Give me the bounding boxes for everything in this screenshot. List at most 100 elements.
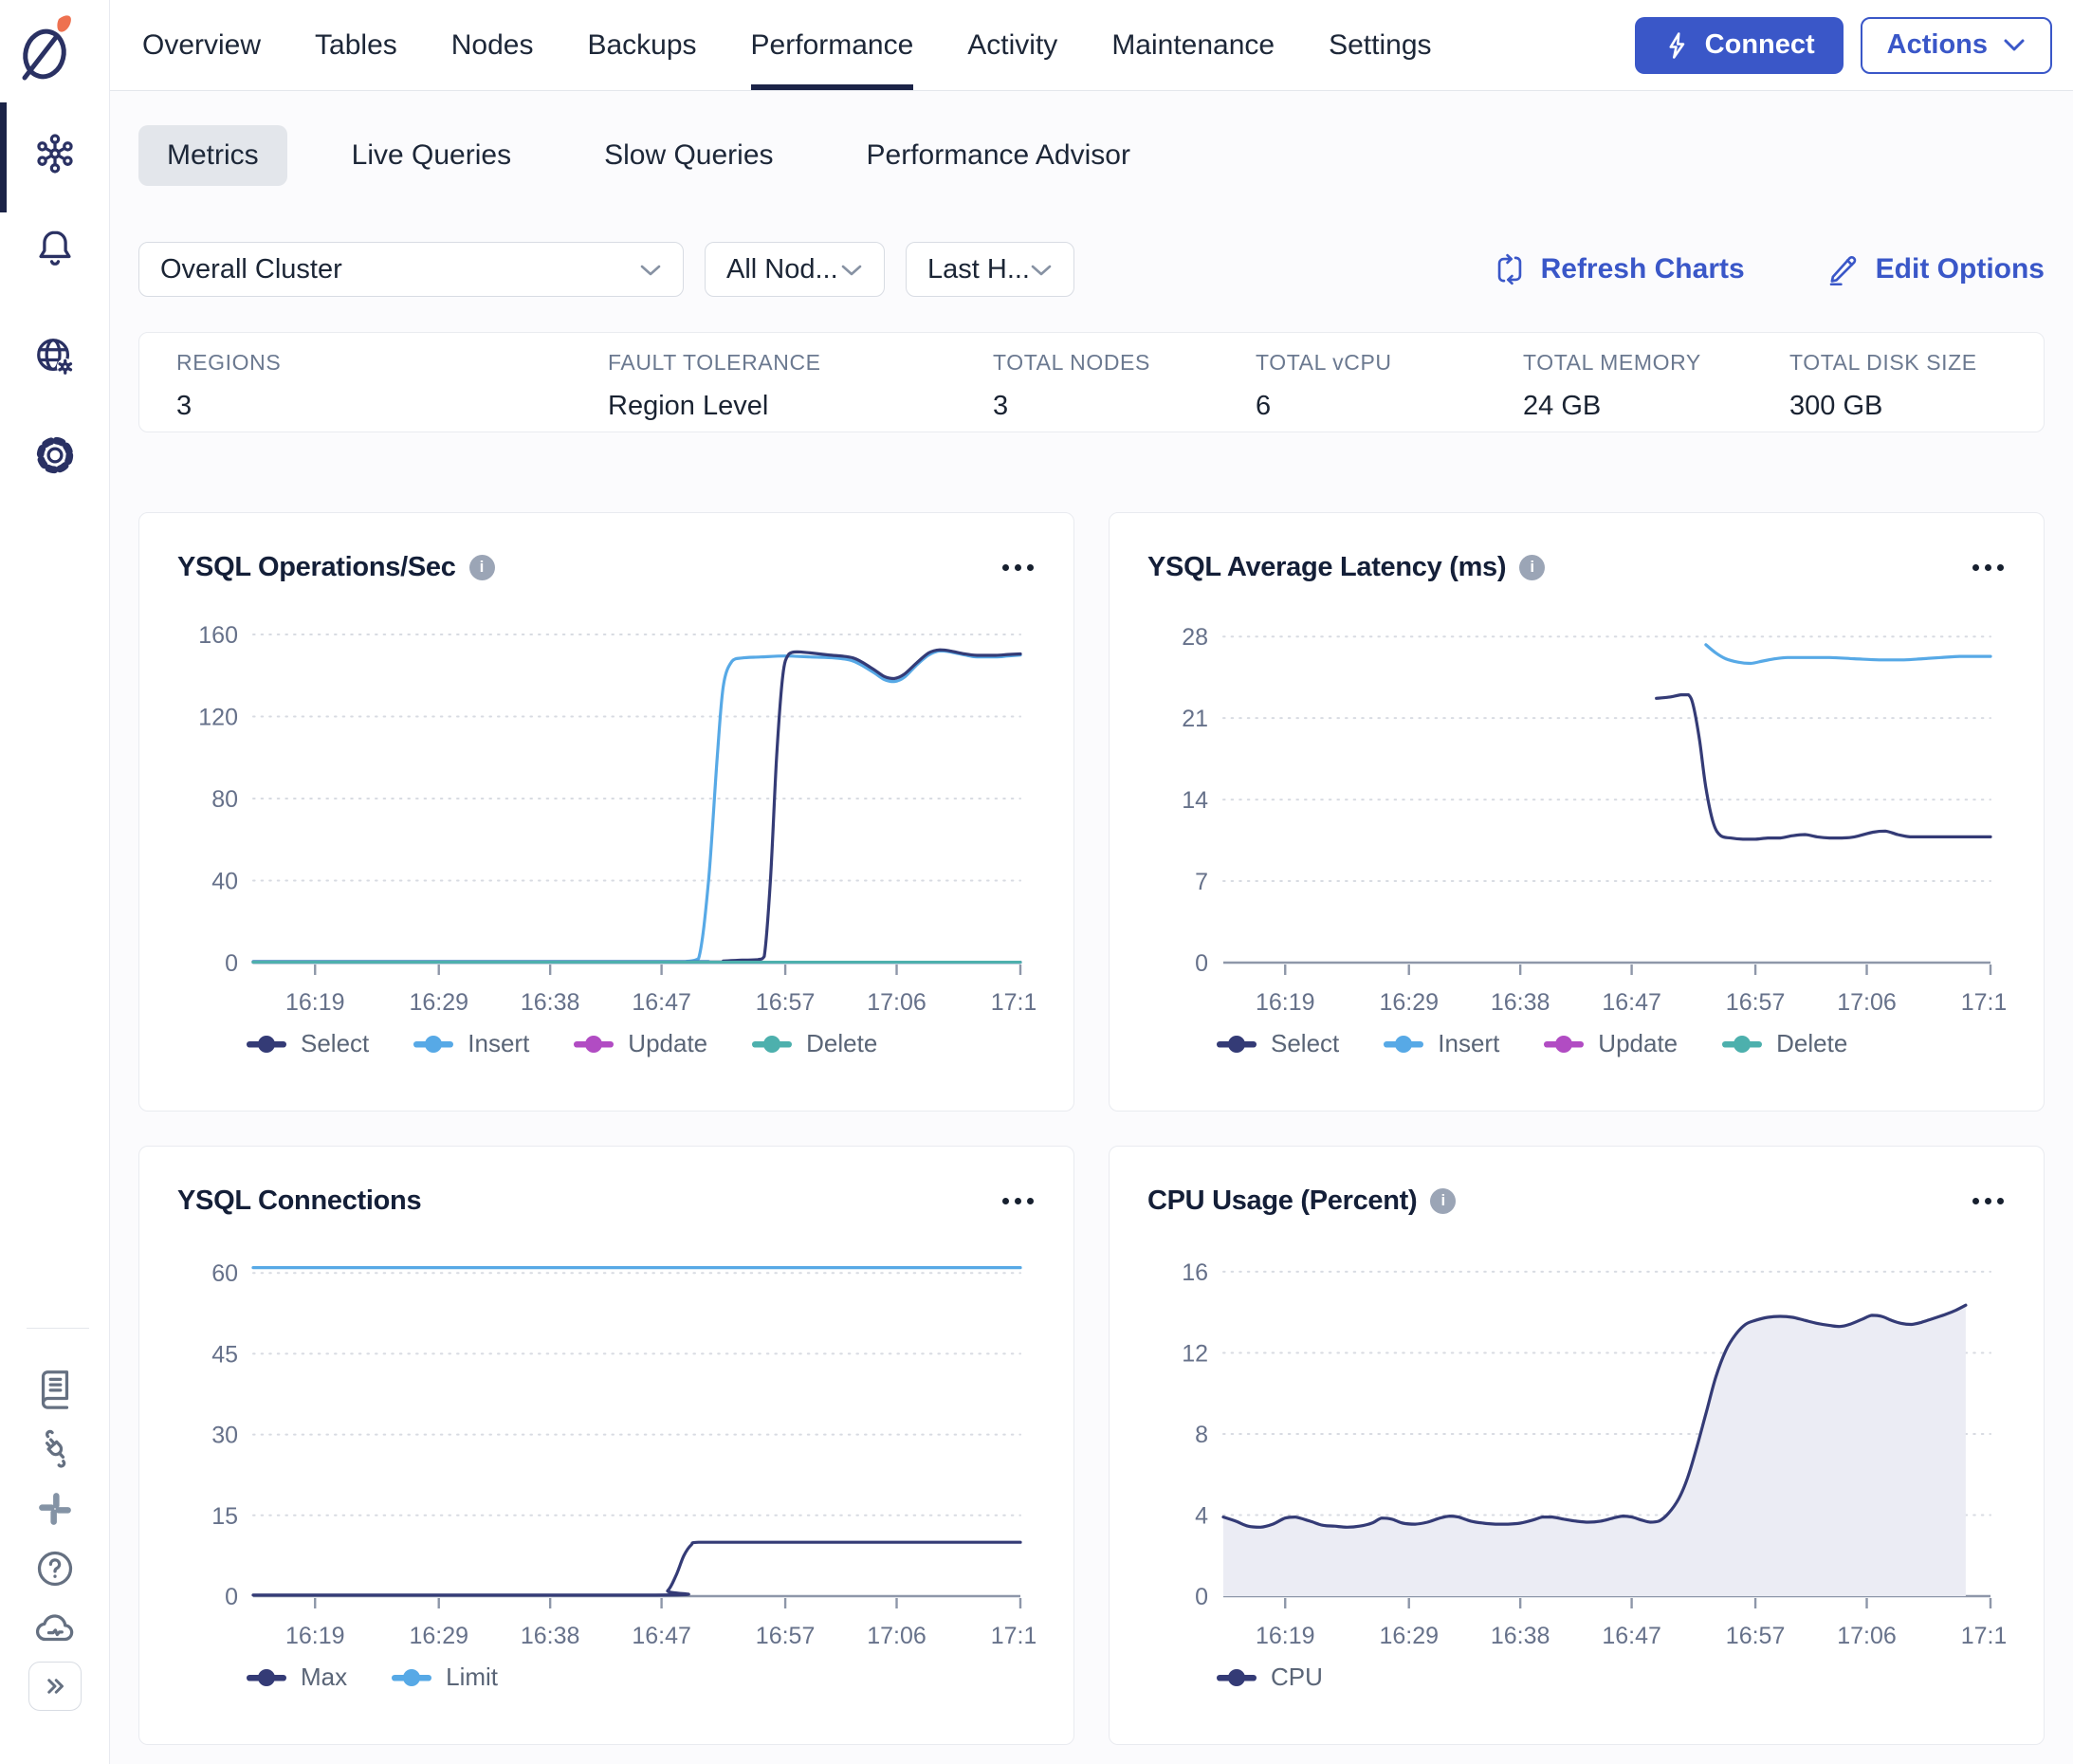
tab-backups[interactable]: Backups (587, 0, 696, 90)
chart-legend: Select Insert Update Delete (1216, 1029, 2006, 1058)
stat-value: 24 GB (1523, 391, 1789, 422)
cpu-usage-chart: 048121616:1916:2916:3816:4716:5717:0617:… (1147, 1230, 2006, 1659)
subtab-live-queries[interactable]: Live Queries (323, 125, 540, 186)
lightning-icon (1663, 31, 1692, 60)
sidebar-divider (27, 1328, 89, 1329)
legend-label: Update (628, 1029, 707, 1058)
svg-text:17:16: 17:16 (991, 989, 1036, 1016)
cloud-icon[interactable] (32, 1606, 78, 1651)
actions-button[interactable]: Actions (1861, 17, 2052, 74)
chart-card-cpu-usage: CPU Usage (Percent) i 048121616:1916:291… (1109, 1146, 2045, 1745)
network-globe-settings-icon[interactable] (32, 334, 78, 379)
legend-label: Insert (1438, 1029, 1499, 1058)
svg-text:16: 16 (1182, 1259, 1208, 1286)
legend-item-select[interactable]: Select (246, 1029, 369, 1058)
sidebar-expand-button[interactable] (28, 1662, 82, 1711)
svg-text:17:16: 17:16 (1961, 989, 2006, 1016)
subtab-slow-queries[interactable]: Slow Queries (576, 125, 801, 186)
legend-item-limit[interactable]: Limit (391, 1663, 498, 1692)
legend-label: CPU (1271, 1663, 1323, 1692)
legend-item-max[interactable]: Max (246, 1663, 347, 1692)
legend-label: Delete (806, 1029, 877, 1058)
legend-label: Delete (1776, 1029, 1847, 1058)
chart-title: YSQL Average Latency (ms) (1147, 552, 1506, 583)
cluster-select[interactable]: Overall Cluster (138, 242, 684, 297)
slack-icon[interactable] (32, 1486, 78, 1532)
chart-title: CPU Usage (Percent) (1147, 1185, 1417, 1217)
chart-menu-button[interactable] (1000, 557, 1036, 579)
svg-text:7: 7 (1195, 869, 1208, 895)
stat-total-vcpu: TOTAL vCPU 6 (1256, 350, 1523, 432)
tab-performance[interactable]: Performance (751, 0, 914, 90)
tab-activity[interactable]: Activity (967, 0, 1057, 90)
legend-marker-icon (1216, 1667, 1257, 1688)
legend-marker-icon (1383, 1034, 1424, 1055)
svg-text:60: 60 (211, 1260, 238, 1287)
active-nav-indicator (0, 102, 7, 212)
settings-gear-icon[interactable] (32, 432, 78, 478)
legend-item-update[interactable]: Update (1543, 1029, 1678, 1058)
chevron-down-icon (840, 254, 863, 285)
svg-text:16:47: 16:47 (1602, 1623, 1661, 1649)
cluster-network-icon[interactable] (32, 131, 78, 176)
top-navigation: Overview Tables Nodes Backups Performanc… (110, 0, 2073, 91)
sidebar (0, 0, 110, 1764)
connect-button[interactable]: Connect (1635, 17, 1844, 74)
chart-menu-button[interactable] (1971, 557, 2006, 579)
nodes-select[interactable]: All Nod... (705, 242, 885, 297)
yugabyte-logo[interactable] (13, 11, 80, 87)
legend-item-insert[interactable]: Insert (1383, 1029, 1499, 1058)
tab-tables[interactable]: Tables (315, 0, 397, 90)
edit-options-button[interactable]: Edit Options (1828, 253, 2045, 285)
chart-menu-button[interactable] (1000, 1190, 1036, 1212)
svg-text:0: 0 (225, 950, 238, 977)
time-select-value: Last H... (927, 254, 1030, 285)
ysql-operations-chart: 0408012016016:1916:2916:3816:4716:5717:0… (177, 597, 1036, 1025)
legend-item-update[interactable]: Update (573, 1029, 707, 1058)
cluster-select-value: Overall Cluster (160, 254, 342, 285)
legend-item-delete[interactable]: Delete (1721, 1029, 1847, 1058)
cluster-stats-card: REGIONS 3 FAULT TOLERANCE Region Level T… (138, 332, 2045, 432)
chart-legend: CPU (1216, 1663, 2006, 1692)
integrations-plug-icon[interactable] (32, 1425, 78, 1471)
tab-maintenance[interactable]: Maintenance (1111, 0, 1275, 90)
subtab-metrics[interactable]: Metrics (138, 125, 287, 186)
tab-overview[interactable]: Overview (142, 0, 261, 90)
svg-text:0: 0 (225, 1584, 238, 1610)
svg-text:17:06: 17:06 (1837, 1623, 1897, 1649)
refresh-icon (1494, 253, 1526, 285)
subtab-performance-advisor[interactable]: Performance Advisor (838, 125, 1159, 186)
tab-nodes[interactable]: Nodes (451, 0, 534, 90)
refresh-charts-button[interactable]: Refresh Charts (1494, 253, 1745, 285)
svg-text:30: 30 (211, 1423, 238, 1449)
time-range-select[interactable]: Last H... (906, 242, 1074, 297)
legend-item-delete[interactable]: Delete (751, 1029, 877, 1058)
info-icon[interactable]: i (1519, 555, 1545, 580)
stat-fault-tolerance: FAULT TOLERANCE Region Level (608, 350, 993, 432)
svg-text:17:06: 17:06 (867, 1623, 926, 1649)
chart-card-ysql-latency: YSQL Average Latency (ms) i 0714212816:1… (1109, 512, 2045, 1112)
chevron-down-icon (1030, 254, 1053, 285)
svg-text:16:47: 16:47 (1602, 989, 1661, 1016)
legend-item-cpu[interactable]: CPU (1216, 1663, 1323, 1692)
svg-text:16:57: 16:57 (756, 989, 816, 1016)
legend-marker-icon (413, 1034, 454, 1055)
docs-book-icon[interactable] (32, 1366, 78, 1411)
tab-settings[interactable]: Settings (1329, 0, 1431, 90)
notifications-bell-icon[interactable] (32, 226, 78, 271)
legend-item-insert[interactable]: Insert (413, 1029, 529, 1058)
info-icon[interactable]: i (1430, 1188, 1456, 1214)
legend-marker-icon (1216, 1034, 1257, 1055)
stat-regions: REGIONS 3 (176, 350, 608, 432)
svg-text:16:38: 16:38 (1491, 1623, 1550, 1649)
svg-text:40: 40 (211, 868, 238, 894)
chart-legend: Select Insert Update Delete (246, 1029, 1036, 1058)
chart-menu-button[interactable] (1971, 1190, 2006, 1212)
legend-marker-icon (246, 1034, 287, 1055)
svg-text:17:16: 17:16 (1961, 1623, 2006, 1649)
info-icon[interactable]: i (469, 555, 495, 580)
legend-label: Select (1271, 1029, 1339, 1058)
nodes-select-value: All Nod... (726, 254, 838, 285)
legend-item-select[interactable]: Select (1216, 1029, 1339, 1058)
help-question-icon[interactable] (32, 1546, 78, 1591)
